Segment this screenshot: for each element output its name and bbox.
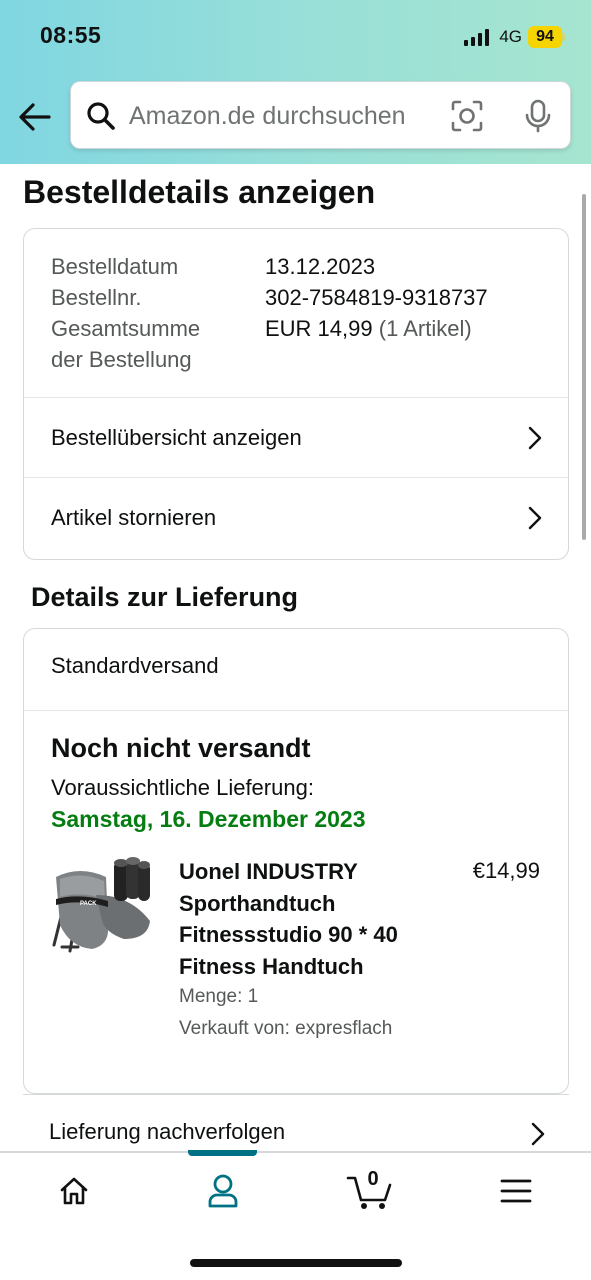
cart-count-badge: 0 bbox=[367, 1168, 379, 1190]
order-number-label: Bestellnr. bbox=[51, 285, 142, 310]
mic-icon[interactable] bbox=[521, 98, 555, 134]
cancel-items-link[interactable]: Artikel stornieren bbox=[24, 477, 568, 557]
product-seller: Verkauft von: expresflach bbox=[179, 1018, 393, 1039]
nav-cart-button[interactable]: 0 bbox=[310, 1153, 430, 1231]
page-title: Bestelldetails anzeigen bbox=[23, 174, 376, 210]
product-image[interactable]: PACK bbox=[50, 855, 160, 963]
scrollbar[interactable] bbox=[582, 194, 586, 540]
order-total-value: EUR 14,99 (1 Artikel) bbox=[265, 313, 472, 375]
status-indicators: 4G 94 bbox=[464, 24, 565, 50]
order-total-label-line1: Gesamtsumme bbox=[51, 316, 201, 341]
chevron-right-icon bbox=[528, 506, 542, 530]
order-total-label: Gesamtsumme der Bestellung bbox=[51, 313, 265, 375]
order-total-label-line2: der Bestellung bbox=[51, 347, 192, 372]
network-type: 4G bbox=[499, 27, 522, 46]
order-date-label: Bestelldatum bbox=[51, 254, 179, 279]
view-order-summary-label: Bestellübersicht anzeigen bbox=[51, 424, 302, 450]
divider bbox=[24, 710, 568, 711]
delivery-card: Standardversand Noch nicht versandt Vora… bbox=[23, 628, 569, 1094]
header: 08:55 4G 94 bbox=[0, 0, 591, 164]
order-date-value: 13.12.2023 bbox=[265, 254, 376, 279]
search-input[interactable] bbox=[129, 94, 429, 138]
product-image-brand: PACK bbox=[80, 901, 97, 907]
user-icon bbox=[208, 1174, 238, 1208]
order-number-value: 302-7584819-9318737 bbox=[265, 285, 488, 310]
menu-icon bbox=[500, 1179, 532, 1203]
order-total-amount: EUR 14,99 bbox=[265, 316, 373, 341]
home-icon bbox=[60, 1177, 88, 1205]
expected-delivery-date: Samstag, 16. Dezember 2023 bbox=[51, 806, 366, 832]
shipping-method: Standardversand bbox=[51, 653, 219, 678]
order-total-row: Gesamtsumme der Bestellung EUR 14,99 (1 … bbox=[51, 313, 568, 375]
track-delivery-link[interactable]: Lieferung nachverfolgen bbox=[23, 1094, 569, 1152]
signal-icon bbox=[464, 28, 490, 46]
track-delivery-label: Lieferung nachverfolgen bbox=[49, 1119, 286, 1144]
search-bar[interactable] bbox=[70, 81, 571, 149]
status-time: 08:55 bbox=[40, 22, 102, 48]
order-number-row: Bestellnr. 302-7584819-9318737 bbox=[51, 282, 568, 313]
delivery-section-title: Details zur Lieferung bbox=[31, 582, 299, 612]
cancel-items-label: Artikel stornieren bbox=[51, 504, 217, 530]
product-quantity: Menge: 1 bbox=[179, 986, 259, 1007]
order-item-count: (1 Artikel) bbox=[378, 316, 472, 341]
battery-level: 94 bbox=[528, 26, 562, 48]
nav-account-button[interactable] bbox=[162, 1153, 282, 1231]
order-date-row: Bestelldatum 13.12.2023 bbox=[51, 251, 568, 282]
chevron-right-icon bbox=[531, 1122, 545, 1146]
chevron-right-icon bbox=[528, 426, 542, 450]
camera-icon[interactable] bbox=[449, 98, 485, 134]
nav-menu-button[interactable] bbox=[456, 1153, 576, 1231]
battery-icon: 94 bbox=[528, 26, 565, 48]
nav-home-button[interactable] bbox=[14, 1153, 134, 1231]
product-price: €14,99 bbox=[472, 858, 540, 883]
search-icon[interactable] bbox=[85, 100, 117, 132]
expected-delivery-label: Voraussichtliche Lieferung: bbox=[51, 775, 314, 800]
order-info: Bestelldatum 13.12.2023 Bestellnr. 302-7… bbox=[51, 251, 568, 399]
shipping-status: Noch nicht versandt bbox=[51, 733, 311, 763]
order-summary-card: Bestelldatum 13.12.2023 Bestellnr. 302-7… bbox=[23, 228, 569, 560]
back-arrow-icon[interactable] bbox=[16, 98, 54, 136]
product-title[interactable]: Uonel INDUSTRY Sporthandtuch Fitnessstud… bbox=[179, 856, 449, 982]
view-order-summary-link[interactable]: Bestellübersicht anzeigen bbox=[24, 397, 568, 477]
home-indicator bbox=[190, 1259, 402, 1267]
